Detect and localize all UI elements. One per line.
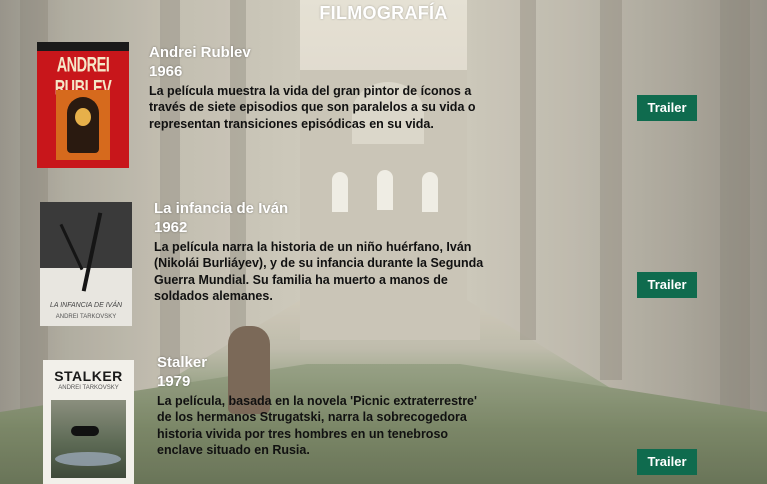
poster-title: STALKER — [54, 368, 123, 384]
film-description: La película narra la historia de un niño… — [154, 240, 484, 304]
poster-title: LA INFANCIA DE IVÁN — [49, 302, 123, 309]
poster-andrei-rublev: ANDREI RUBLEV — [37, 42, 129, 168]
film-info: Stalker 1979 La película, basada en la n… — [157, 353, 487, 459]
trailer-button[interactable]: Trailer — [637, 95, 697, 121]
trailer-button[interactable]: Trailer — [637, 449, 697, 475]
poster-stalker: STALKER ANDREI TARKOVSKY — [43, 360, 134, 484]
film-year: 1966 — [149, 63, 183, 80]
film-info: Andrei Rublev 1966 La película muestra l… — [149, 43, 484, 132]
film-description: La película, basada en la novela 'Picnic… — [157, 394, 477, 458]
poster-band — [37, 42, 129, 51]
film-year: 1962 — [154, 219, 188, 236]
poster-water — [55, 452, 121, 466]
film-description: La película muestra la vida del gran pin… — [149, 84, 476, 131]
trailer-button[interactable]: Trailer — [637, 272, 697, 298]
poster-subtitle: ANDREI TARKOVSKY — [58, 385, 119, 391]
film-year: 1979 — [157, 373, 191, 390]
poster-la-infancia-de-ivan: LA INFANCIA DE IVÁN ANDREI TARKOVSKY — [40, 202, 132, 326]
poster-artwork — [40, 202, 132, 268]
poster-subtitle: ANDREI TARKOVSKY — [55, 314, 117, 320]
page-title: FILMOGRAFÍA — [319, 3, 448, 23]
poster-halo — [75, 108, 91, 126]
poster-dog — [71, 426, 99, 436]
film-title: Andrei Rublev — [149, 44, 251, 61]
poster-artwork — [51, 400, 126, 478]
film-info: La infancia de Iván 1962 La película nar… — [154, 199, 484, 305]
film-title: La infancia de Iván — [154, 200, 289, 217]
film-title: Stalker — [157, 354, 208, 371]
